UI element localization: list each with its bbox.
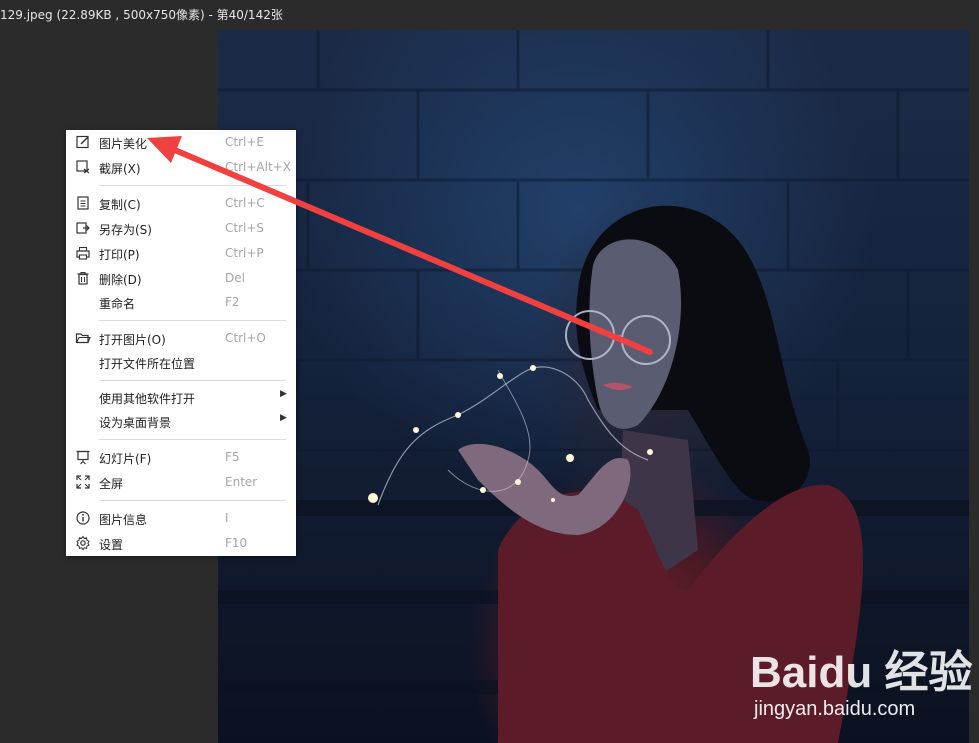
menu-item-shortcut: Ctrl+C xyxy=(225,196,265,210)
watermark-url: jingyan.baidu.com xyxy=(754,698,916,720)
menu-item-label: 删除(D) xyxy=(99,273,142,287)
gear-icon xyxy=(75,535,91,551)
menu-item-save-as[interactable]: 另存为(S) Ctrl+S xyxy=(66,216,296,240)
slideshow-icon xyxy=(75,449,91,465)
menu-item-shortcut: F2 xyxy=(225,295,240,309)
menu-item-label: 重命名 xyxy=(99,297,136,311)
menu-item-shortcut: I xyxy=(225,511,229,525)
menu-divider xyxy=(99,439,286,440)
context-menu: 图片美化 Ctrl+E 截屏(X) Ctrl+Alt+X 复制(C) Ctrl+… xyxy=(66,130,296,556)
menu-item-slideshow[interactable]: 幻灯片(F) F5 xyxy=(66,445,296,469)
save-as-icon xyxy=(75,220,91,236)
menu-divider xyxy=(99,500,286,501)
menu-item-shortcut: Enter xyxy=(225,475,258,489)
menu-item-label: 截屏(X) xyxy=(99,162,141,176)
menu-item-shortcut: Ctrl+S xyxy=(225,221,265,235)
menu-item-label: 另存为(S) xyxy=(99,223,152,237)
fullscreen-icon xyxy=(75,474,91,490)
baidu-watermark: Baidu 经验 jingyan.baidu.com xyxy=(750,636,975,731)
menu-item-fullscreen[interactable]: 全屏 Enter xyxy=(66,470,296,494)
submenu-arrow-icon: ▶ xyxy=(280,389,287,399)
menu-item-shortcut: Ctrl+Alt+X xyxy=(225,160,291,174)
menu-item-label: 幻灯片(F) xyxy=(99,452,152,466)
menu-item-screenshot[interactable]: 截屏(X) Ctrl+Alt+X xyxy=(66,155,296,179)
menu-item-settings[interactable]: 设置 F10 xyxy=(66,531,296,555)
menu-item-shortcut: Ctrl+E xyxy=(225,135,264,149)
menu-item-rename[interactable]: 重命名 F2 xyxy=(66,290,296,314)
menu-item-label: 打开图片(O) xyxy=(99,333,166,347)
menu-item-shortcut: Ctrl+O xyxy=(225,331,266,345)
menu-divider xyxy=(99,380,286,381)
menu-divider xyxy=(99,320,286,321)
menu-item-set-wallpaper[interactable]: 设为桌面背景 ▶ xyxy=(66,409,296,433)
title-bar: 129.jpeg (22.89KB , 500x750像素) - 第40/142… xyxy=(0,0,979,30)
menu-item-delete[interactable]: 删除(D) Del xyxy=(66,266,296,290)
printer-icon xyxy=(75,245,91,261)
menu-item-label: 打印(P) xyxy=(99,248,140,262)
menu-item-open-image[interactable]: 打开图片(O) Ctrl+O xyxy=(66,326,296,350)
menu-item-shortcut: F5 xyxy=(225,450,240,464)
menu-item-shortcut: F10 xyxy=(225,536,248,550)
copy-icon xyxy=(75,195,91,211)
menu-item-open-file-location[interactable]: 打开文件所在位置 xyxy=(66,350,296,374)
menu-item-open-with[interactable]: 使用其他软件打开 ▶ xyxy=(66,385,296,409)
menu-item-copy[interactable]: 复制(C) Ctrl+C xyxy=(66,191,296,215)
info-icon xyxy=(75,510,91,526)
menu-item-label: 设为桌面背景 xyxy=(99,416,172,430)
menu-item-shortcut: Del xyxy=(225,271,245,285)
menu-item-label: 打开文件所在位置 xyxy=(99,357,196,371)
menu-item-label: 全屏 xyxy=(99,477,124,491)
menu-item-shortcut: Ctrl+P xyxy=(225,246,264,260)
menu-item-label: 使用其他软件打开 xyxy=(99,392,196,406)
screenshot-icon xyxy=(75,159,91,175)
menu-item-label: 设置 xyxy=(99,538,124,552)
menu-item-beautify[interactable]: 图片美化 Ctrl+E xyxy=(66,130,296,154)
menu-divider xyxy=(99,185,286,186)
submenu-arrow-icon: ▶ xyxy=(280,413,287,423)
menu-item-print[interactable]: 打印(P) Ctrl+P xyxy=(66,241,296,265)
window-title: 129.jpeg (22.89KB , 500x750像素) - 第40/142… xyxy=(0,8,283,22)
menu-item-image-info[interactable]: 图片信息 I xyxy=(66,506,296,530)
menu-item-label: 图片美化 xyxy=(99,137,148,151)
watermark-logo: Baidu 经验 xyxy=(750,648,973,697)
menu-item-label: 图片信息 xyxy=(99,513,148,527)
menu-item-label: 复制(C) xyxy=(99,198,141,212)
trash-icon xyxy=(75,270,91,286)
edit-icon xyxy=(75,134,91,150)
folder-icon xyxy=(75,330,91,346)
